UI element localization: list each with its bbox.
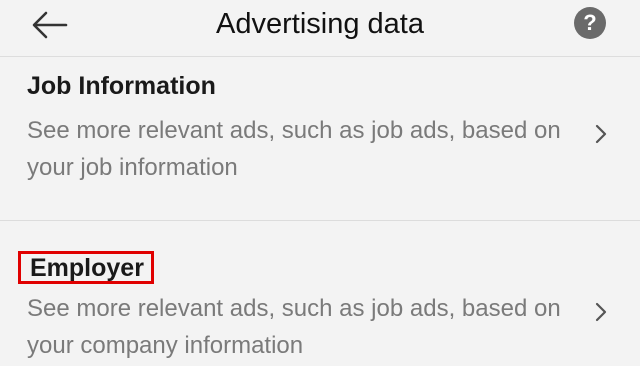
page-title: Advertising data: [216, 8, 424, 40]
chevron-right-icon: [594, 123, 608, 145]
help-button[interactable]: ?: [574, 7, 606, 39]
item-description: See more relevant ads, such as job ads, …: [27, 117, 561, 181]
item-title: Job Information: [27, 72, 216, 100]
top-bar: Advertising data ?: [0, 0, 640, 57]
chevron-right-icon: [594, 301, 608, 323]
item-description: See more relevant ads, such as job ads, …: [27, 295, 561, 359]
list-item-employer[interactable]: Employer See more relevant ads, such as …: [0, 221, 640, 366]
item-title: Employer: [18, 251, 154, 284]
list-item-job-information[interactable]: Job Information See more relevant ads, s…: [0, 57, 640, 220]
